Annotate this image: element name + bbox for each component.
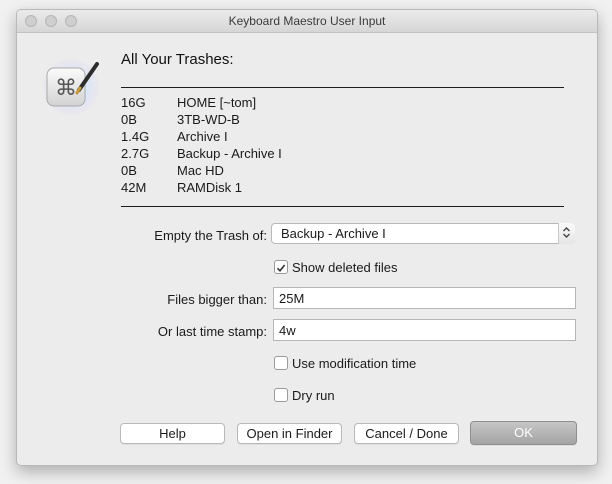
trash-volume: Backup - Archive I [177, 146, 282, 161]
list-item: 42M RAMDisk 1 [121, 179, 421, 196]
bigger-than-input[interactable]: 25M [273, 287, 576, 309]
list-item: 1.4G Archive I [121, 128, 421, 145]
dry-run-checkbox[interactable] [274, 388, 288, 402]
trash-size: 16G [121, 95, 146, 110]
show-deleted-label[interactable]: Show deleted files [292, 260, 398, 275]
open-in-finder-button[interactable]: Open in Finder [237, 423, 342, 444]
window-title: Keyboard Maestro User Input [228, 14, 386, 28]
empty-trash-selected: Backup - Archive I [281, 226, 386, 241]
ok-button[interactable]: OK [470, 421, 577, 445]
trash-volume: RAMDisk 1 [177, 180, 243, 195]
cancel-done-button[interactable]: Cancel / Done [354, 423, 459, 444]
show-deleted-checkbox[interactable] [274, 260, 288, 274]
trash-volume: Mac HD [177, 163, 224, 178]
timestamp-label: Or last time stamp: [157, 324, 267, 339]
title-bar[interactable]: Keyboard Maestro User Input [17, 10, 597, 33]
divider-bottom [121, 206, 564, 207]
list-item: 16G HOME [~tom] [121, 94, 421, 111]
keyboard-maestro-app-icon: ⌘ [43, 59, 99, 115]
trash-volume: HOME [~tom] [177, 95, 257, 110]
trash-volume: 3TB-WD-B [177, 112, 240, 127]
trash-list: 16G HOME [~tom] 0B 3TB-WD-B 1.4G Archive… [121, 94, 421, 196]
divider-top [121, 87, 564, 88]
checkmark-icon [276, 264, 286, 273]
timestamp-value: 4w [279, 323, 296, 338]
bigger-than-value: 25M [279, 291, 305, 306]
trash-size: 0B [121, 112, 137, 127]
trash-size: 0B [121, 163, 137, 178]
empty-trash-label: Empty the Trash of: [154, 228, 267, 243]
dialog-window: Keyboard Maestro User Input ⌘ All Your T… [16, 9, 598, 466]
svg-text:⌘: ⌘ [55, 76, 77, 101]
trash-volume: Archive I [177, 129, 228, 144]
list-item: 0B Mac HD [121, 162, 421, 179]
trashes-heading: All Your Trashes: [121, 51, 234, 68]
list-item: 2.7G Backup - Archive I [121, 145, 421, 162]
modification-time-label[interactable]: Use modification time [292, 356, 416, 371]
timestamp-input[interactable]: 4w [273, 319, 576, 341]
trash-size: 1.4G [121, 129, 150, 144]
empty-trash-select[interactable]: Backup - Archive I [271, 223, 575, 244]
trash-size: 42M [121, 180, 147, 195]
chevron-up-down-icon[interactable] [558, 223, 575, 244]
help-button[interactable]: Help [120, 423, 225, 444]
dry-run-label[interactable]: Dry run [292, 388, 335, 403]
modification-time-checkbox[interactable] [274, 356, 288, 370]
bigger-than-label: Files bigger than: [167, 292, 267, 307]
list-item: 0B 3TB-WD-B [121, 111, 421, 128]
trash-size: 2.7G [121, 146, 150, 161]
